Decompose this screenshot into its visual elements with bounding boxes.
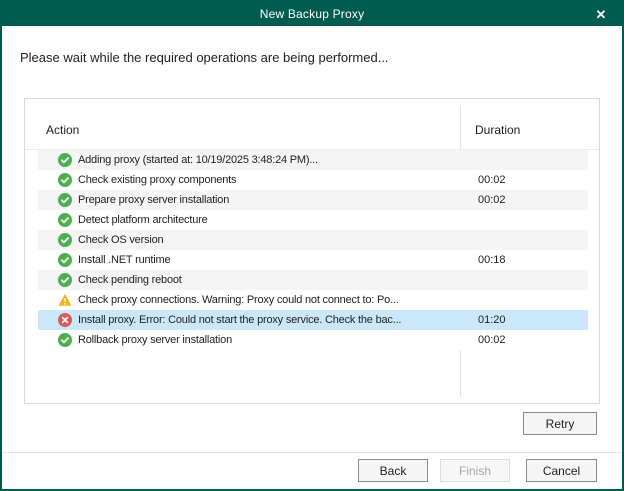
- success-icon: [58, 333, 72, 347]
- cancel-button[interactable]: Cancel: [526, 459, 597, 482]
- table-row[interactable]: Rollback proxy server installation 00:02: [38, 330, 588, 350]
- duration-text: 00:02: [478, 170, 506, 190]
- new-backup-proxy-dialog: New Backup Proxy ✕ Please wait while the…: [0, 0, 624, 491]
- back-button[interactable]: Back: [358, 459, 428, 482]
- action-text: Detect platform architecture: [78, 214, 208, 226]
- duration-text: 00:02: [478, 330, 506, 350]
- titlebar: New Backup Proxy: [2, 2, 622, 26]
- success-icon: [58, 153, 72, 167]
- action-text: Adding proxy (started at: 10/19/2025 3:4…: [78, 154, 318, 166]
- close-icon: ✕: [596, 8, 607, 21]
- duration-text: 01:20: [478, 310, 506, 330]
- table-row[interactable]: Check existing proxy components 00:02: [38, 170, 588, 190]
- table-row[interactable]: Detect platform architecture: [38, 210, 588, 230]
- window-title: New Backup Proxy: [260, 7, 365, 21]
- page-title: Please wait while the required operation…: [20, 50, 600, 65]
- table-row[interactable]: Adding proxy (started at: 10/19/2025 3:4…: [38, 150, 588, 170]
- column-header-action[interactable]: Action: [46, 123, 79, 137]
- table-row[interactable]: Prepare proxy server installation 00:02: [38, 190, 588, 210]
- operations-table: Action Duration Adding proxy (started at…: [24, 98, 600, 404]
- close-button[interactable]: ✕: [584, 2, 618, 26]
- action-text: Check OS version: [78, 234, 163, 246]
- action-text: Check pending reboot: [78, 274, 182, 286]
- action-text: Check existing proxy components: [78, 174, 236, 186]
- action-text: Install .NET runtime: [78, 254, 170, 266]
- success-icon: [58, 253, 72, 267]
- success-icon: [58, 213, 72, 227]
- table-row[interactable]: Install proxy. Error: Could not start th…: [38, 310, 588, 330]
- table-row[interactable]: Check proxy connections. Warning: Proxy …: [38, 290, 588, 310]
- footer-separator: [2, 452, 622, 453]
- success-icon: [58, 233, 72, 247]
- table-header: Action Duration: [25, 99, 599, 150]
- error-icon: [58, 313, 72, 327]
- table-row[interactable]: Check OS version: [38, 230, 588, 250]
- table-body: Adding proxy (started at: 10/19/2025 3:4…: [25, 150, 599, 350]
- retry-button[interactable]: Retry: [523, 412, 597, 435]
- action-text: Rollback proxy server installation: [78, 334, 232, 346]
- table-row[interactable]: Check pending reboot: [38, 270, 588, 290]
- action-text: Install proxy. Error: Could not start th…: [78, 314, 401, 326]
- success-icon: [58, 173, 72, 187]
- finish-button[interactable]: Finish: [440, 459, 510, 482]
- success-icon: [58, 193, 72, 207]
- action-text: Check proxy connections. Warning: Proxy …: [78, 294, 399, 306]
- warning-icon: [58, 293, 72, 307]
- table-row[interactable]: Install .NET runtime 00:18: [38, 250, 588, 270]
- duration-text: 00:18: [478, 250, 506, 270]
- success-icon: [58, 273, 72, 287]
- column-header-duration[interactable]: Duration: [475, 123, 520, 137]
- action-text: Prepare proxy server installation: [78, 194, 229, 206]
- duration-text: 00:02: [478, 190, 506, 210]
